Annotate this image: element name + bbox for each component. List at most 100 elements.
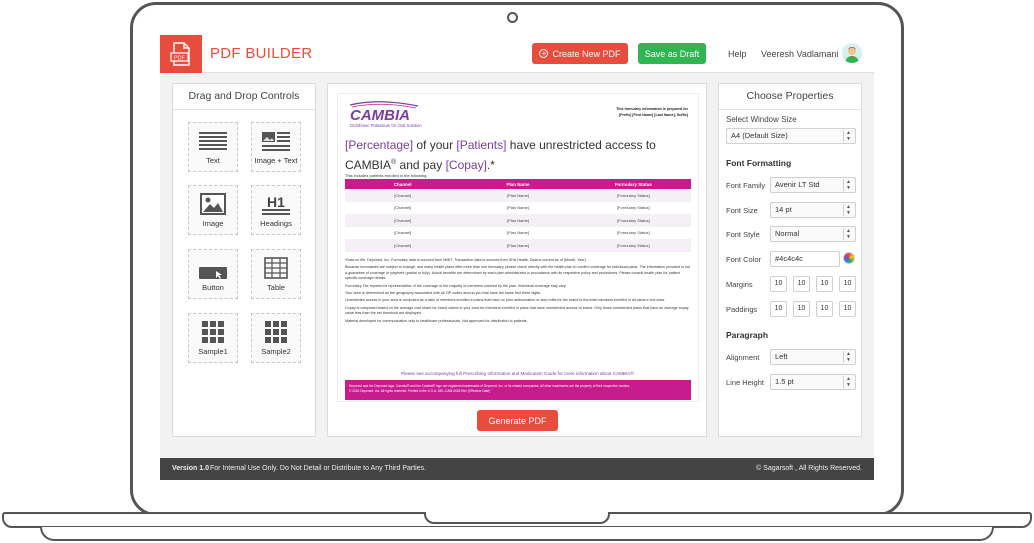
- font-color-value: #4c4c4c: [775, 254, 803, 263]
- table-control[interactable]: Table: [251, 249, 301, 299]
- camera-icon: [507, 12, 518, 23]
- line-height-select[interactable]: 1.5 pt ▲ ▼: [770, 374, 856, 390]
- padding-right-input[interactable]: 10: [793, 301, 810, 317]
- window-size-select[interactable]: A4 (Default Size) ▲ ▼: [726, 128, 856, 144]
- margin-top-input[interactable]: 10: [770, 276, 787, 292]
- copyright-text: © Sagarsoft , All Rights Reserved.: [756, 465, 862, 472]
- user-name[interactable]: Veeresh Vadlamani: [761, 49, 838, 59]
- window-size-label: Select Window Size: [726, 115, 797, 124]
- version-label: Version 1.0: [172, 465, 209, 472]
- font-color-input[interactable]: #4c4c4c: [770, 251, 840, 267]
- sample2-control-label: Sample2: [261, 347, 291, 356]
- font-style-value: Normal: [775, 229, 800, 238]
- font-style-select[interactable]: Normal ▲ ▼: [770, 226, 856, 242]
- table-cell: [Formulary Status]: [616, 217, 650, 223]
- table-header-status: Formulary Status: [614, 181, 652, 187]
- font-family-select[interactable]: Avenir LT Std ▲ ▼: [770, 177, 856, 193]
- color-picker-icon[interactable]: [843, 252, 855, 264]
- avatar[interactable]: [842, 43, 862, 63]
- table-control-label: Table: [267, 283, 285, 292]
- generate-pdf-button[interactable]: Generate PDF: [477, 410, 558, 431]
- button-icon: [199, 267, 227, 279]
- table-cell: [Formulary Status]: [616, 230, 650, 236]
- margin-bottom-input[interactable]: 10: [816, 276, 833, 292]
- save-draft-button[interactable]: Save as Draft: [638, 43, 706, 64]
- alignment-value: Left: [775, 352, 788, 361]
- table-header-channel: Channel: [393, 181, 412, 187]
- text-icon: [199, 132, 227, 150]
- margins-label: Margins: [726, 280, 753, 289]
- headline-part1: of your: [413, 138, 457, 152]
- image-icon: [200, 193, 226, 215]
- sample2-control[interactable]: Sample2: [251, 313, 301, 363]
- create-new-pdf-button[interactable]: + Create New PDF: [532, 43, 628, 64]
- help-link[interactable]: Help: [728, 49, 747, 59]
- headline-percentage: [Percentage]: [345, 138, 414, 152]
- prescribing-info-link[interactable]: Please see accompanying full Prescribing…: [338, 371, 698, 376]
- pdf-logo-icon[interactable]: PDF: [160, 35, 202, 73]
- pdf-document-preview[interactable]: CAMBIA Diclofenac Potassium for Oral Sol…: [337, 93, 699, 402]
- plans-table: Channel Plan Name Formulary Status [Chan…: [345, 179, 691, 252]
- table-cell: [Formulary Status]: [616, 205, 650, 211]
- intro-text: This includes patients enrolled in the f…: [345, 173, 428, 178]
- top-bar: PDF PDF BUILDER + Create New PDF Save as…: [160, 35, 874, 73]
- note-7: Material developed for communication onl…: [345, 318, 528, 323]
- controls-panel-title: Drag and Drop Controls: [173, 84, 315, 110]
- padding-left-input[interactable]: 10: [839, 301, 856, 317]
- table-icon: [264, 257, 288, 279]
- image-text-control[interactable]: Image + Text: [251, 122, 301, 172]
- text-control-label: Text: [206, 156, 220, 165]
- button-control[interactable]: Button: [188, 249, 238, 299]
- table-cell: [Plan Name]: [506, 230, 529, 236]
- button-control-label: Button: [202, 283, 224, 292]
- font-formatting-heading: Font Formatting: [726, 158, 792, 168]
- grid-icon: [202, 321, 224, 343]
- padding-top-input[interactable]: 10: [770, 301, 787, 317]
- table-cell: [Plan Name]: [506, 205, 529, 211]
- paddings-label: Paddings: [726, 305, 758, 314]
- sample1-control-label: Sample1: [198, 347, 228, 356]
- table-cell: [Formulary Status]: [616, 192, 650, 198]
- table-row: [Channel] [Plan Name] [Formulary Status]: [345, 214, 691, 227]
- app-screen: PDF PDF BUILDER + Create New PDF Save as…: [160, 35, 874, 480]
- image-text-control-label: Image + Text: [254, 156, 298, 165]
- headings-control[interactable]: H1 Headings: [251, 185, 301, 235]
- cambia-logo-text: CAMBIA: [350, 107, 410, 124]
- chevron-updown-icon: ▲ ▼: [843, 204, 853, 216]
- headings-control-label: Headings: [260, 219, 292, 228]
- text-control[interactable]: Text: [188, 122, 238, 172]
- note-6: Copay is computed based on the average c…: [345, 305, 689, 316]
- heading-lines-icon: [262, 209, 290, 215]
- font-style-label: Font Style: [726, 230, 760, 239]
- table-header-plan: Plan Name: [506, 181, 530, 187]
- alignment-select[interactable]: Left ▲ ▼: [770, 349, 856, 365]
- document-footer-line2: © 2016 Deponed, Inc. All rights reserved…: [349, 389, 490, 393]
- margin-right-input[interactable]: 10: [793, 276, 810, 292]
- headline: [Percentage] of your [Patients] have unr…: [345, 137, 695, 174]
- font-size-value: 14 pt: [775, 205, 792, 214]
- table-cell: [Channel]: [394, 205, 412, 211]
- margin-left-input[interactable]: 10: [839, 276, 856, 292]
- properties-panel: Choose Properties Select Window Size A4 …: [718, 83, 862, 437]
- headline-part2: have unrestricted access to: [506, 138, 656, 152]
- font-size-select[interactable]: 14 pt ▲ ▼: [770, 202, 856, 218]
- padding-bottom-input[interactable]: 10: [816, 301, 833, 317]
- heading-icon: H1: [267, 194, 285, 210]
- note-3: Formulary Tier reported is representativ…: [345, 283, 567, 288]
- create-new-pdf-label: Create New PDF: [552, 48, 621, 59]
- notes-block: *Data on file. Deponed, Inc. Formulary d…: [345, 258, 693, 324]
- table-cell: [Channel]: [394, 242, 412, 248]
- table-cell: [Channel]: [394, 217, 412, 223]
- sample1-control[interactable]: Sample1: [188, 313, 238, 363]
- document-footer-band: Deponed and the Deponed logo, Cambia® an…: [345, 380, 691, 400]
- image-control[interactable]: Image: [188, 185, 238, 235]
- table-cell: [Plan Name]: [506, 192, 529, 198]
- line-height-label: Line Height: [726, 378, 764, 387]
- document-canvas-panel: CAMBIA Diclofenac Potassium for Oral Sol…: [327, 83, 707, 437]
- image-control-label: Image: [202, 219, 224, 228]
- table-row: [Channel] [Plan Name] [Formulary Status]: [345, 189, 691, 202]
- table-row: [Channel] [Plan Name] [Formulary Status]: [345, 239, 691, 252]
- app-title: PDF BUILDER: [210, 45, 313, 62]
- paragraph-heading: Paragraph: [726, 330, 769, 340]
- note-4: Your area is determined as the geography…: [345, 291, 541, 296]
